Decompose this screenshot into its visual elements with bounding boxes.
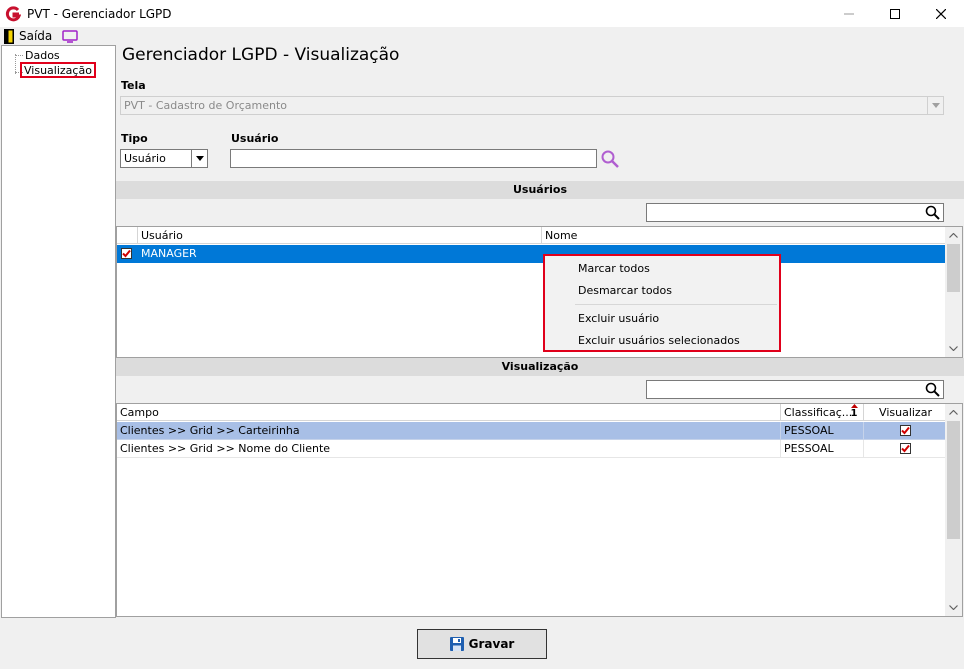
table-row[interactable]: MANAGER: [117, 245, 947, 263]
tree-line: [15, 55, 23, 56]
table-row[interactable]: Clientes >> Grid >> Nome do Cliente PESS…: [117, 440, 947, 458]
row-checkbox-cell[interactable]: [117, 245, 138, 263]
menu-item-excluir-usuario[interactable]: Excluir usuário: [578, 309, 659, 329]
tela-label: Tela: [121, 79, 146, 92]
visualizar-checkbox[interactable]: [899, 443, 911, 454]
tipo-value: Usuário: [124, 152, 166, 165]
chevron-down-icon[interactable]: [191, 150, 207, 167]
context-menu: Marcar todos Desmarcar todos Excluir usu…: [543, 254, 781, 352]
tela-value: PVT - Cadastro de Orçamento: [124, 99, 288, 112]
row-checkbox[interactable]: [121, 248, 132, 259]
sort-order-number: 1: [850, 408, 858, 419]
usuario-input[interactable]: [230, 149, 597, 168]
checkmark-icon: [122, 249, 131, 258]
search-icon[interactable]: [925, 382, 940, 400]
chevron-up-icon[interactable]: [945, 404, 962, 421]
visualizar-checkbox[interactable]: [899, 425, 911, 436]
toolbar: Saída: [0, 27, 964, 45]
visualizar-cell[interactable]: [864, 440, 947, 458]
scroll-thumb[interactable]: [947, 421, 960, 539]
usuarios-grid-header: Usuário Nome: [117, 227, 947, 244]
close-icon: [936, 8, 946, 19]
search-icon[interactable]: [600, 149, 620, 172]
usuarios-section-header: Usuários: [116, 181, 964, 199]
monitor-icon: [62, 29, 79, 43]
save-button-label: Gravar: [468, 637, 515, 651]
checkbox-column-header: [117, 227, 138, 244]
title-bar: PVT - Gerenciador LGPD: [0, 0, 964, 27]
usuarios-grid: Usuário Nome MANAGER: [116, 226, 963, 358]
column-header-visualizar[interactable]: Visualizar: [864, 404, 947, 421]
maximize-button[interactable]: [872, 0, 918, 27]
tipo-label: Tipo: [121, 132, 148, 145]
visualizacao-scrollbar[interactable]: [945, 404, 962, 616]
usuarios-search-input[interactable]: [646, 203, 944, 222]
classificacao-cell: PESSOAL: [781, 440, 864, 458]
monitor-button[interactable]: [62, 29, 79, 43]
menu-item-excluir-selecionados[interactable]: Excluir usuários selecionados: [578, 331, 740, 351]
minimize-icon: [844, 13, 854, 14]
scroll-thumb[interactable]: [947, 244, 960, 292]
column-header-usuario[interactable]: Usuário: [138, 227, 542, 244]
checkmark-icon: [900, 426, 910, 435]
exit-label: Saída: [19, 29, 53, 43]
sidebar-tree: Dados Visualização: [1, 45, 116, 618]
menu-separator: [575, 304, 777, 305]
visualizacao-grid: Campo Classificaç... 1 Visualizar Client…: [116, 403, 963, 617]
tree-line: [15, 54, 16, 74]
exit-button[interactable]: Saída: [4, 28, 53, 44]
visualizacao-grid-header: Campo Classificaç... 1 Visualizar: [117, 404, 947, 421]
page-title: Gerenciador LGPD - Visualização: [122, 45, 400, 65]
usuario-label: Usuário: [231, 132, 279, 145]
window-title: PVT - Gerenciador LGPD: [27, 6, 172, 21]
app-logo-icon: [5, 5, 21, 22]
floppy-disk-icon: [449, 637, 464, 651]
close-button[interactable]: [918, 0, 964, 27]
sort-indicator: 1: [848, 404, 860, 421]
chevron-down-icon[interactable]: [945, 599, 962, 616]
usuario-cell: MANAGER: [138, 245, 542, 263]
visualizacao-section-header: Visualização: [116, 358, 964, 376]
minimize-button[interactable]: [826, 0, 872, 27]
classificacao-header-label: Classificaç...: [784, 406, 853, 419]
chevron-down-icon[interactable]: [927, 97, 943, 114]
app-window: PVT - Gerenciador LGPD Saída Dados Visua…: [0, 0, 964, 669]
exit-door-icon: [4, 28, 14, 44]
maximize-icon: [890, 8, 900, 19]
save-button[interactable]: Gravar: [417, 629, 547, 659]
visualizacao-search-input[interactable]: [646, 380, 944, 399]
chevron-up-icon[interactable]: [945, 227, 962, 244]
search-icon[interactable]: [925, 205, 940, 223]
menu-item-marcar-todos[interactable]: Marcar todos: [578, 259, 650, 279]
visualizar-cell[interactable]: [864, 422, 947, 440]
menu-item-desmarcar-todos[interactable]: Desmarcar todos: [578, 281, 672, 301]
campo-cell: Clientes >> Grid >> Nome do Cliente: [117, 440, 781, 458]
tipo-select[interactable]: Usuário: [120, 149, 208, 168]
usuarios-scrollbar[interactable]: [945, 227, 962, 357]
table-row[interactable]: Clientes >> Grid >> Carteirinha PESSOAL: [117, 422, 947, 440]
checkmark-icon: [900, 444, 910, 453]
chevron-down-icon[interactable]: [945, 340, 962, 357]
campo-cell: Clientes >> Grid >> Carteirinha: [117, 422, 781, 440]
window-controls: [826, 0, 964, 27]
classificacao-cell: PESSOAL: [781, 422, 864, 440]
column-header-nome[interactable]: Nome: [542, 227, 947, 244]
sidebar-item-visualizacao[interactable]: Visualização: [20, 62, 96, 78]
column-header-campo[interactable]: Campo: [117, 404, 781, 421]
tela-select[interactable]: PVT - Cadastro de Orçamento: [120, 96, 944, 115]
